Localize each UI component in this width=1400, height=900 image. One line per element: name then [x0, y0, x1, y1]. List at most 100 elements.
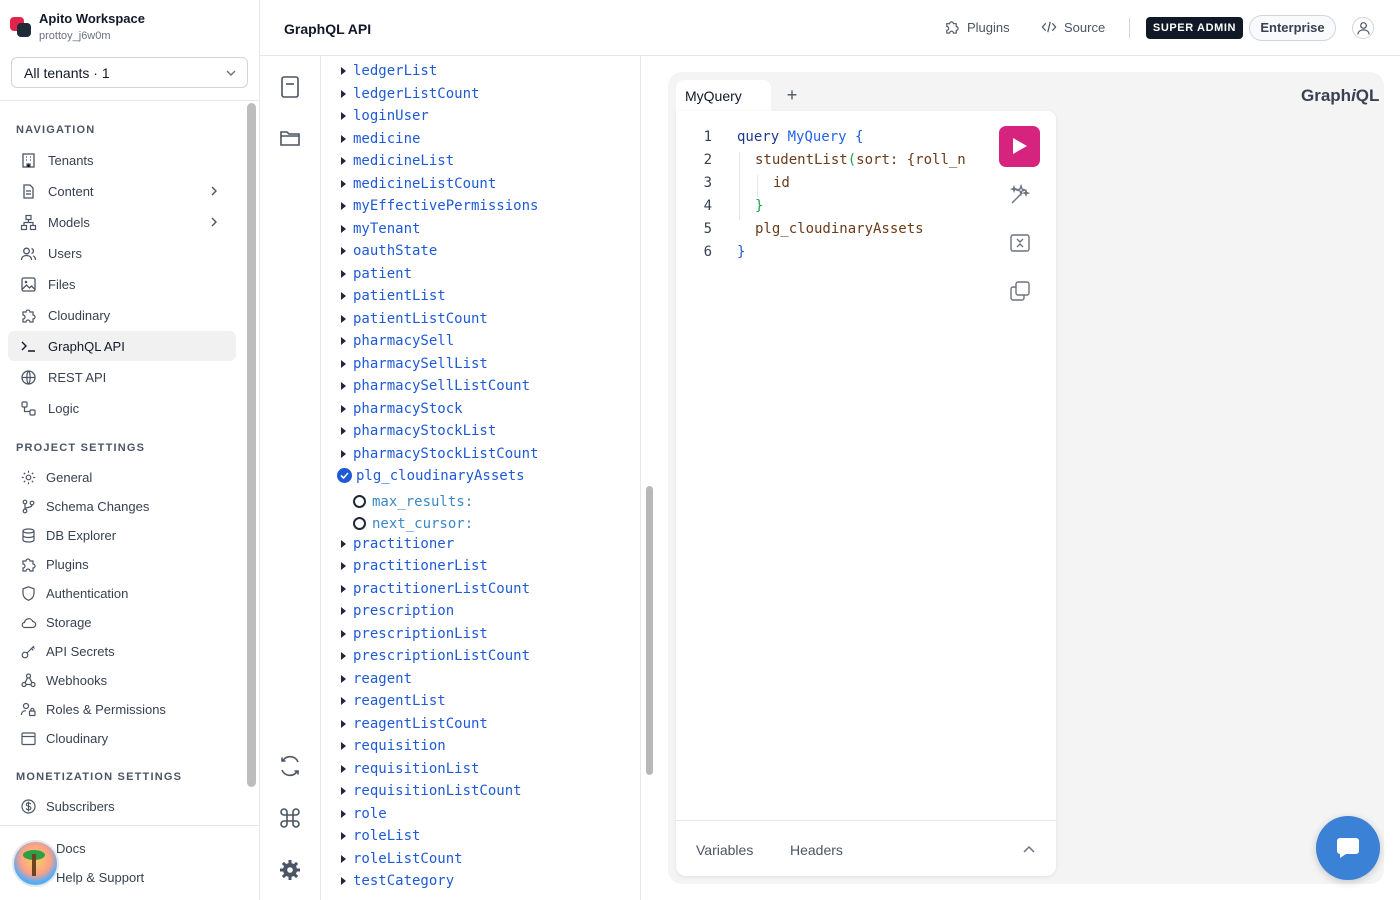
explorer-field-name: practitionerList: [353, 558, 488, 574]
caret-right-icon: [341, 584, 346, 593]
docs-link[interactable]: Docs: [56, 841, 86, 856]
tab-variables[interactable]: Variables: [696, 842, 753, 858]
sidebar-item-storage[interactable]: Storage: [8, 607, 236, 637]
caret-right-icon: [341, 224, 346, 233]
sidebar-item-label: Cloudinary: [48, 308, 111, 323]
sidebar-item-label: Plugins: [46, 557, 89, 572]
sidebar-item-cloudinary[interactable]: Cloudinary: [8, 300, 236, 330]
user-lock-icon: [20, 702, 36, 717]
code-token: studentList: [755, 152, 848, 168]
shield-icon: [22, 586, 35, 601]
page-title: GraphQL API: [284, 21, 372, 37]
sidebar-item-tenants[interactable]: Tenants: [8, 145, 236, 175]
copy-icon[interactable]: [1008, 279, 1032, 303]
sidebar-item-general[interactable]: General: [8, 462, 236, 492]
sidebar-item-api-secrets[interactable]: API Secrets: [8, 636, 236, 666]
globe-icon: [21, 370, 36, 385]
caret-right-icon: [341, 404, 346, 413]
run-query-button[interactable]: [999, 126, 1040, 167]
indent-guide: [739, 152, 740, 220]
sidebar-item-plugins[interactable]: Plugins: [8, 549, 236, 579]
explorer-field-name: medicineListCount: [353, 175, 497, 192]
code-token: sort: {roll_n: [856, 152, 966, 168]
command-icon[interactable]: [278, 806, 302, 830]
chat-bubble-icon: [1337, 838, 1359, 858]
prettify-icon[interactable]: [1008, 183, 1032, 207]
role-badge: SUPER ADMIN: [1146, 17, 1243, 39]
workspace-header[interactable]: Apito Workspace prottoy_j6w0m: [0, 0, 259, 48]
user-icon: [1357, 22, 1370, 35]
tenant-select[interactable]: All tenants · 1: [11, 57, 248, 88]
sidebar-item-logic[interactable]: Logic: [8, 393, 236, 423]
help-support-link[interactable]: Help & Support: [56, 870, 144, 885]
settings-gear-icon[interactable]: [278, 858, 302, 882]
code-token: MyQuery: [779, 129, 847, 145]
sidebar-item-label: General: [46, 470, 93, 485]
tab-label: MyQuery: [685, 88, 742, 104]
caret-right-icon: [341, 832, 346, 840]
hierarchy-icon: [20, 214, 37, 231]
line-number: 6: [703, 244, 712, 260]
caret-right-icon: [341, 314, 346, 323]
explorer-field-name: myTenant: [353, 220, 421, 237]
caret-right-icon: [341, 449, 346, 458]
puzzle-icon: [946, 21, 959, 34]
docs-explorer-icon[interactable]: [278, 75, 302, 99]
line-number: 4: [703, 198, 712, 214]
source-link[interactable]: Source: [1041, 18, 1111, 38]
add-tab-button[interactable]: +: [784, 85, 800, 105]
sidebar-item-rest-api[interactable]: REST API: [8, 362, 236, 392]
sidebar-item-label: Cloudinary: [46, 731, 109, 746]
line-number: 5: [703, 221, 712, 237]
image-icon: [21, 277, 36, 292]
plugins-link[interactable]: Plugins: [944, 18, 1014, 38]
tab-headers[interactable]: Headers: [790, 842, 843, 858]
sidebar-item-webhooks[interactable]: Webhooks: [8, 665, 236, 695]
explorer-field-name: requisitionListCount: [353, 783, 522, 799]
user-menu-button[interactable]: [1352, 17, 1374, 39]
chat-button[interactable]: [1316, 816, 1380, 880]
check-circle-icon: [337, 468, 352, 483]
sidebar-item-authentication[interactable]: Authentication: [8, 578, 236, 608]
code-token: }: [737, 244, 746, 260]
sidebar-item-files[interactable]: Files: [8, 269, 236, 299]
explorer-field-name: practitioner: [353, 535, 455, 552]
chevron-up-icon[interactable]: [1022, 843, 1036, 855]
code-token: query: [737, 129, 780, 145]
explorer-field-name: requisitionList: [353, 760, 480, 777]
plan-badge[interactable]: Enterprise: [1249, 15, 1336, 41]
code-token: id: [773, 175, 790, 191]
explorer-scrollbar[interactable]: [646, 486, 653, 775]
sidebar-item-label: Files: [48, 277, 76, 292]
merge-fragments-icon[interactable]: [1008, 231, 1032, 255]
caret-right-icon: [341, 337, 346, 345]
sidebar-item-cloudinary-settings[interactable]: Cloudinary: [8, 723, 236, 753]
folder-icon[interactable]: [278, 126, 302, 150]
sidebar-item-schema-changes[interactable]: Schema Changes: [8, 491, 236, 521]
code-token: (: [847, 152, 857, 168]
explorer-field-name: pharmacyStockList: [353, 423, 497, 439]
refresh-icon[interactable]: [278, 754, 302, 778]
explorer-field-name: ledgerListCount: [353, 85, 480, 102]
explorer-field-name: prescriptionList: [353, 625, 488, 642]
sidebar-item-subscribers[interactable]: Subscribers: [8, 791, 236, 821]
sidebar-item-label: Users: [48, 246, 82, 261]
avatar[interactable]: [12, 840, 59, 887]
sidebar-item-label: GraphQL API: [48, 339, 125, 354]
database-icon: [22, 528, 35, 543]
sidebar-scrollbar[interactable]: [247, 103, 256, 787]
tab-myquery[interactable]: MyQuery: [676, 80, 771, 111]
explorer-argument-name: next_cursor:: [372, 516, 474, 532]
sidebar-item-users[interactable]: Users: [8, 238, 236, 268]
caret-right-icon: [341, 382, 346, 390]
sidebar-item-roles-permissions[interactable]: Roles & Permissions: [8, 694, 236, 724]
sidebar-item-graphql-api[interactable]: GraphQL API: [8, 331, 236, 361]
explorer-field-name: pharmacySellListCount: [353, 378, 531, 394]
sidebar-item-models[interactable]: Models: [8, 207, 236, 237]
line-number: 1: [703, 129, 712, 145]
sidebar-item-content[interactable]: Content: [8, 176, 236, 206]
sidebar-item-db-explorer[interactable]: DB Explorer: [8, 520, 236, 550]
caret-right-icon: [341, 607, 346, 615]
explorer-field-name: reagent: [353, 670, 413, 687]
caret-right-icon: [341, 292, 346, 300]
